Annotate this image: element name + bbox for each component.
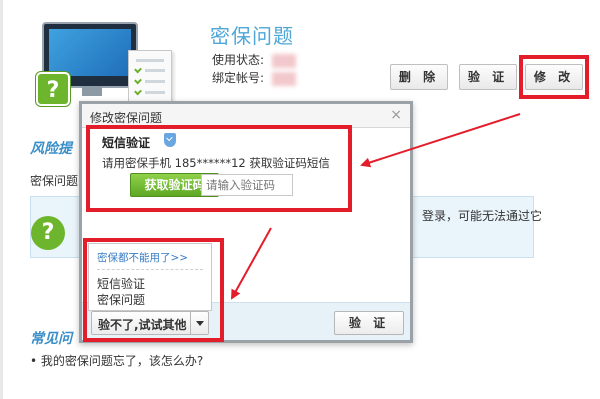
annotation-arrows: [231, 113, 521, 300]
annotation-arrow-dropdown: [231, 227, 272, 300]
annotation-arrow-sms: [360, 113, 521, 168]
